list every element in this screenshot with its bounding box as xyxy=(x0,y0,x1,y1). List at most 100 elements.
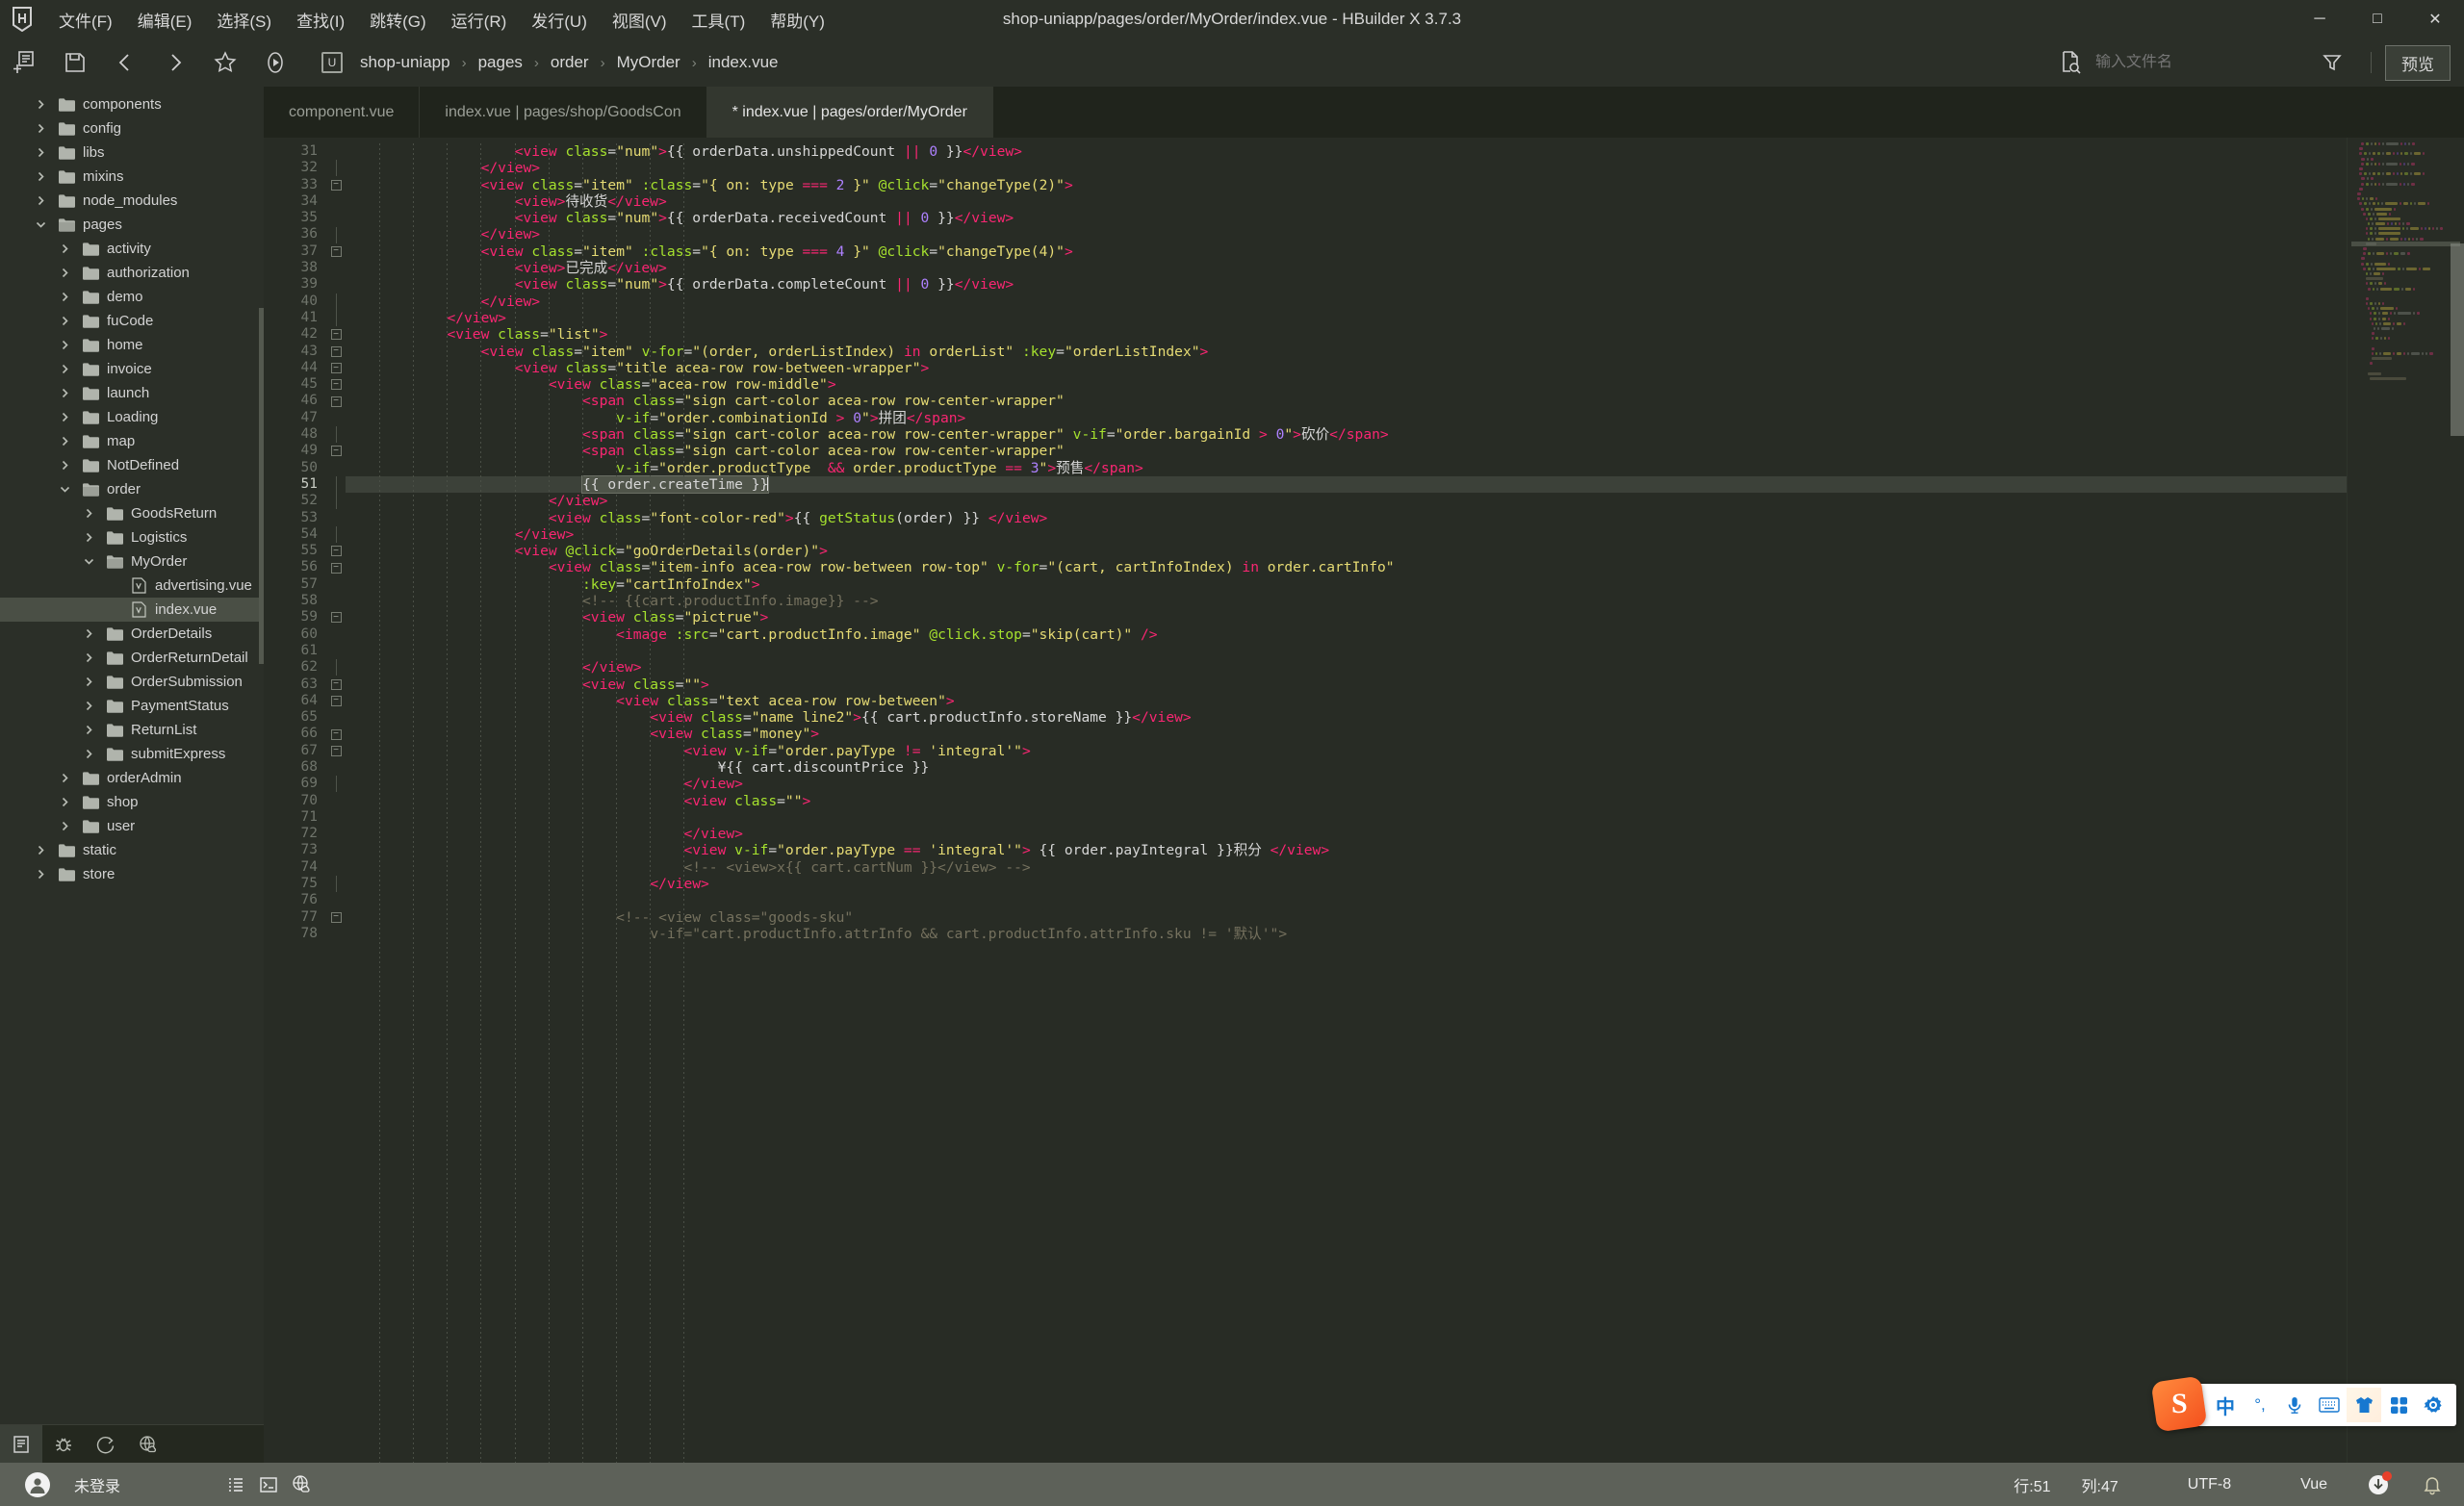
language-indicator[interactable]: Vue xyxy=(2285,1476,2343,1493)
tree-folder-item[interactable]: pages xyxy=(0,213,264,237)
project-manager-icon[interactable] xyxy=(0,1424,42,1464)
chevron-right-icon[interactable] xyxy=(81,723,96,738)
tree-folder-item[interactable]: mixins xyxy=(0,165,264,189)
code-line[interactable]: <view class="num">{{ orderData.receivedC… xyxy=(346,210,2347,226)
download-badge-icon[interactable] xyxy=(2364,1470,2393,1499)
chevron-right-icon[interactable] xyxy=(57,819,72,834)
chevron-down-icon[interactable] xyxy=(81,554,96,570)
code-line[interactable]: :key="cartInfoIndex"> xyxy=(346,576,2347,593)
run-icon[interactable] xyxy=(250,40,300,85)
preview-button[interactable]: 预览 xyxy=(2385,44,2451,81)
minimap[interactable] xyxy=(2347,138,2464,1463)
encoding-indicator[interactable]: UTF-8 xyxy=(2172,1476,2246,1493)
code-line[interactable]: <view class="title acea-row row-between-… xyxy=(346,360,2347,376)
chevron-right-icon[interactable] xyxy=(57,771,72,786)
tree-folder-item[interactable]: libs xyxy=(0,140,264,165)
code-line[interactable]: ¥{{ cart.discountPrice }} xyxy=(346,759,2347,776)
fold-marker[interactable]: − xyxy=(326,443,346,459)
menu-item-1[interactable]: 编辑(E) xyxy=(125,2,205,38)
fold-marker[interactable]: − xyxy=(326,344,346,360)
tree-folder-item[interactable]: demo xyxy=(0,285,264,309)
breadcrumb-item-2[interactable]: order xyxy=(543,50,597,75)
code-line[interactable]: v-if="order.productType && order.product… xyxy=(346,460,2347,476)
filter-icon[interactable] xyxy=(2307,40,2357,85)
minimize-button[interactable]: ─ xyxy=(2291,0,2348,38)
chevron-right-icon[interactable] xyxy=(57,410,72,425)
code-line[interactable]: <view class=""> xyxy=(346,793,2347,809)
code-line[interactable]: </view> xyxy=(346,310,2347,326)
code-line[interactable]: <view class="font-color-red">{{ getStatu… xyxy=(346,510,2347,526)
sogou-ime-logo-icon[interactable]: S xyxy=(2150,1375,2208,1433)
fold-marker[interactable]: − xyxy=(326,559,346,575)
tree-folder-item[interactable]: launch xyxy=(0,381,264,405)
chevron-right-icon[interactable] xyxy=(57,242,72,257)
tree-folder-item[interactable]: PaymentStatus xyxy=(0,694,264,718)
code-line[interactable]: <view class="pictrue"> xyxy=(346,609,2347,625)
save-icon[interactable] xyxy=(50,40,100,85)
debug-bug-icon[interactable] xyxy=(42,1425,85,1464)
chevron-right-icon[interactable] xyxy=(33,145,48,161)
menu-item-3[interactable]: 查找(I) xyxy=(284,2,357,38)
fold-marker[interactable]: − xyxy=(326,743,346,759)
tree-folder-item[interactable]: GoodsReturn xyxy=(0,501,264,525)
code-line[interactable]: <view class="num">{{ orderData.completeC… xyxy=(346,276,2347,293)
code-line[interactable]: <view class="item" :class="{ on: type ==… xyxy=(346,177,2347,193)
tree-folder-item[interactable]: components xyxy=(0,92,264,116)
tree-folder-item[interactable]: fuCode xyxy=(0,309,264,333)
breadcrumb-item-4[interactable]: index.vue xyxy=(701,50,786,75)
breadcrumb-item-1[interactable]: pages xyxy=(471,50,530,75)
code-line[interactable]: <view>已完成</view> xyxy=(346,260,2347,276)
tree-folder-item[interactable]: map xyxy=(0,429,264,453)
code-line[interactable]: <view class="item" :class="{ on: type ==… xyxy=(346,243,2347,260)
filename-input[interactable] xyxy=(2095,54,2307,71)
tree-file-item[interactable]: index.vue xyxy=(0,598,264,622)
code-line[interactable]: </view> xyxy=(346,776,2347,792)
new-file-icon[interactable] xyxy=(0,40,50,85)
code-line[interactable]: <!-- <view>x{{ cart.cartNum }}</view> --… xyxy=(346,859,2347,876)
tree-folder-item[interactable]: order xyxy=(0,477,264,501)
menu-item-9[interactable]: 帮助(Y) xyxy=(757,2,837,38)
chinese-mode-icon[interactable]: 中 xyxy=(2208,1388,2243,1422)
tree-folder-item[interactable]: ReturnList xyxy=(0,718,264,742)
fold-marker[interactable]: − xyxy=(326,326,346,343)
code-line[interactable] xyxy=(346,809,2347,826)
chevron-right-icon[interactable] xyxy=(81,699,96,714)
breadcrumb-item-3[interactable]: MyOrder xyxy=(609,50,688,75)
fold-marker[interactable]: − xyxy=(326,543,346,559)
chevron-down-icon[interactable] xyxy=(33,217,48,233)
menu-item-8[interactable]: 工具(T) xyxy=(680,2,758,38)
tree-folder-item[interactable]: OrderReturnDetail xyxy=(0,646,264,670)
breadcrumb-item-0[interactable]: shop-uniapp xyxy=(352,50,458,75)
terminal-run-icon[interactable] xyxy=(85,1425,127,1464)
project-file-tree[interactable]: components config libs mixins node_modules pa… xyxy=(0,87,264,1424)
code-line[interactable]: <view class="item" v-for="(order, orderL… xyxy=(346,344,2347,360)
code-line[interactable]: <span class="sign cart-color acea-row ro… xyxy=(346,393,2347,409)
editor-tab-2[interactable]: * index.vue | pages/order/MyOrder xyxy=(706,87,993,138)
forward-icon[interactable] xyxy=(150,40,200,85)
code-line[interactable]: </view> xyxy=(346,826,2347,842)
chevron-right-icon[interactable] xyxy=(57,266,72,281)
bell-icon[interactable] xyxy=(2416,1469,2449,1500)
code-line[interactable]: <view class="text acea-row row-between"> xyxy=(346,693,2347,709)
code-line[interactable] xyxy=(346,892,2347,908)
tree-folder-item[interactable]: user xyxy=(0,814,264,838)
chevron-right-icon[interactable] xyxy=(33,169,48,185)
code-line[interactable]: <image :src="cart.productInfo.image" @cl… xyxy=(346,626,2347,643)
code-line[interactable]: </view> xyxy=(346,160,2347,176)
terminal-icon[interactable] xyxy=(252,1469,285,1500)
menu-item-4[interactable]: 跳转(G) xyxy=(357,2,439,38)
uni-cloud-icon[interactable] xyxy=(285,1469,318,1500)
code-line[interactable]: </view> xyxy=(346,493,2347,509)
editor-tab-0[interactable]: component.vue xyxy=(264,87,421,138)
tree-folder-item[interactable]: invoice xyxy=(0,357,264,381)
chevron-right-icon[interactable] xyxy=(33,121,48,137)
code-line[interactable]: </view> xyxy=(346,226,2347,242)
chevron-right-icon[interactable] xyxy=(57,314,72,329)
tree-folder-item[interactable]: orderAdmin xyxy=(0,766,264,790)
fold-marker[interactable]: − xyxy=(326,676,346,693)
fold-marker[interactable]: − xyxy=(326,693,346,709)
chevron-right-icon[interactable] xyxy=(57,362,72,377)
fold-gutter[interactable]: − − − − − − − − − − − − − − − − xyxy=(326,138,346,1463)
editor-tab-1[interactable]: index.vue | pages/shop/GoodsCon xyxy=(420,87,707,138)
settings-gear-icon[interactable] xyxy=(2416,1388,2451,1422)
